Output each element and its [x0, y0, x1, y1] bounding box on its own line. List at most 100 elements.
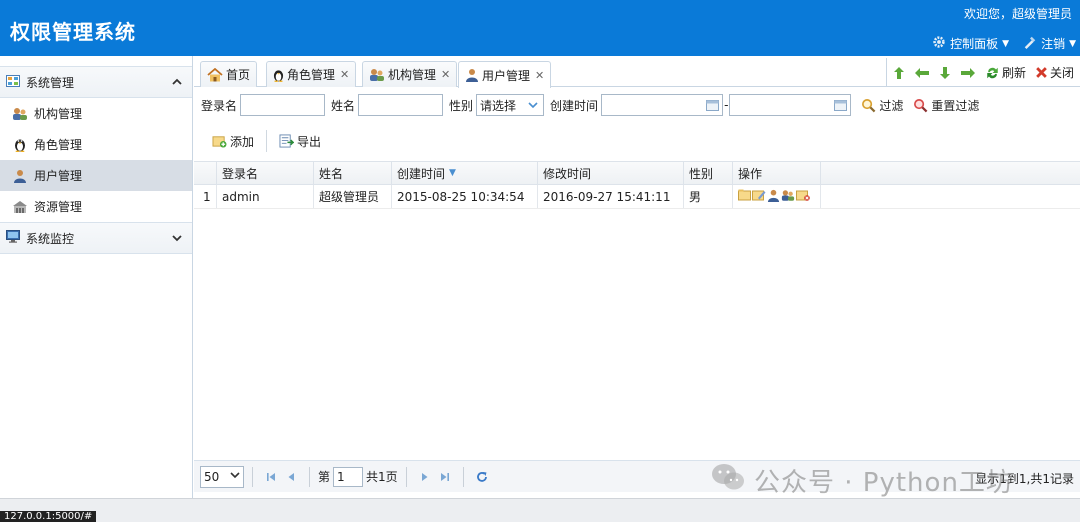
sidebar-item-resource[interactable]: 资源管理 [0, 191, 192, 222]
close-all-button[interactable]: 关闭 [1035, 64, 1074, 81]
page-size-select[interactable]: 50 [200, 465, 244, 488]
wechat-icon [710, 462, 746, 499]
delete-icon[interactable] [796, 189, 810, 204]
calendar-icon[interactable] [834, 99, 848, 114]
prev-page-icon [288, 472, 294, 481]
arrow-down-icon [939, 66, 950, 79]
filter-button[interactable]: 过滤 [861, 97, 903, 114]
export-icon [279, 134, 295, 148]
sidebar-item-role[interactable]: 角色管理 [0, 129, 192, 160]
tab-label: 首页 [226, 68, 251, 82]
chevron-down-icon[interactable] [172, 231, 182, 245]
gender-select[interactable]: 请选择 [476, 94, 545, 116]
arrow-left-icon [914, 67, 929, 78]
cell-modify-time: 2016-09-27 15:41:11 [538, 185, 684, 208]
sidebar-group-system-monitor[interactable]: 系统监控 [0, 222, 192, 254]
home-icon [207, 67, 223, 82]
chevron-down-icon [525, 95, 541, 115]
tab-user-management[interactable]: 用户管理 ✕ [458, 61, 552, 88]
next-page-button[interactable] [415, 467, 435, 487]
chevron-up-icon[interactable] [172, 75, 182, 89]
watermark-text: 公众号 · Python工坊 [754, 468, 1013, 498]
tab-tools: 刷新 关闭 [885, 58, 1080, 87]
app-header: 权限管理系统 欢迎您，超级管理员 控制面板 ▼ 注销 ▼ [0, 0, 1080, 56]
column-header-gender[interactable]: 性别 [684, 162, 733, 184]
reload-button[interactable] [472, 467, 492, 487]
reset-filter-label: 重置过滤 [931, 98, 980, 113]
move-down-button[interactable] [939, 66, 951, 80]
create-time-to-input[interactable] [729, 94, 852, 116]
filter-bar: 登录名 姓名 性别 请选择 创建时间 - 过滤 重置过滤 [194, 90, 1080, 120]
last-page-button[interactable] [435, 467, 455, 487]
total-pages: 共1页 [366, 470, 398, 484]
tab-home[interactable]: 首页 [200, 61, 258, 87]
browser-status-bar: 127.0.0.1:5000/# [0, 498, 1080, 522]
calendar-icon[interactable] [706, 99, 720, 114]
view-icon[interactable] [738, 189, 751, 204]
column-header-label: 登录名 [222, 166, 259, 181]
sidebar-group-system-management[interactable]: 系统管理 [0, 66, 192, 98]
arrow-up-icon [893, 66, 904, 79]
name-label: 姓名 [331, 98, 356, 113]
column-header-label: 创建时间 [397, 166, 446, 181]
login-name-input[interactable] [240, 94, 326, 116]
name-input[interactable] [358, 94, 444, 116]
close-icon [1036, 67, 1047, 78]
reload-icon [476, 471, 487, 482]
main-panel: 首页 角色管理 ✕ 机构管理 ✕ 用户管理 ✕ 刷新 关闭 登录名 姓名 性别 … [194, 56, 1080, 498]
user-icon [465, 68, 479, 82]
export-label: 导出 [297, 134, 322, 149]
user-role-icon[interactable] [767, 189, 780, 205]
header-menu: 控制面板 ▼ 注销 ▼ [932, 35, 1076, 52]
sidebar-item-user[interactable]: 用户管理 [0, 160, 192, 191]
cell-gender: 男 [684, 185, 733, 208]
refresh-button[interactable]: 刷新 [985, 64, 1026, 81]
column-header-label: 操作 [738, 166, 763, 181]
sort-desc-icon: ▼ [449, 168, 456, 178]
cell-create-time: 2015-08-25 10:34:54 [392, 185, 538, 208]
close-label: 关闭 [1049, 66, 1074, 80]
gear-icon [932, 35, 946, 52]
row-number: 1 [194, 185, 217, 208]
add-button[interactable]: 添加 [208, 133, 258, 150]
penguin-icon [12, 137, 28, 152]
first-page-button[interactable] [261, 467, 281, 487]
close-icon[interactable]: ✕ [340, 68, 349, 81]
toolbar-divider [266, 130, 268, 152]
next-page-icon [421, 472, 428, 481]
export-button[interactable]: 导出 [275, 133, 325, 150]
table-row[interactable]: 1 admin 超级管理员 2015-08-25 10:34:54 2016-0… [194, 185, 1080, 209]
column-header-create-time[interactable]: 创建时间 ▼ [392, 162, 538, 184]
close-icon[interactable]: ✕ [535, 69, 544, 82]
column-header-modify-time[interactable]: 修改时间 [538, 162, 684, 184]
reset-filter-button[interactable]: 重置过滤 [913, 97, 979, 114]
tab-label: 机构管理 [388, 68, 437, 82]
date-separator: - [724, 98, 729, 112]
create-time-from-input[interactable] [601, 94, 724, 116]
move-left-button[interactable] [914, 67, 930, 79]
column-header-label: 性别 [689, 166, 714, 181]
user-organization-icon[interactable] [781, 189, 795, 205]
logout-menu[interactable]: 注销 ▼ [1023, 35, 1076, 52]
control-panel-menu[interactable]: 控制面板 ▼ [932, 35, 1009, 52]
sidebar-item-organization[interactable]: 机构管理 [0, 98, 192, 129]
move-up-button[interactable] [893, 66, 905, 80]
page-number-input[interactable]: 1 [333, 466, 364, 487]
column-header-label: 修改时间 [543, 166, 592, 181]
refresh-label: 刷新 [1001, 66, 1026, 80]
last-page-icon [440, 472, 449, 481]
tab-bar: 首页 角色管理 ✕ 机构管理 ✕ 用户管理 ✕ 刷新 关闭 [194, 58, 1080, 88]
user-icon [12, 169, 28, 183]
edit-icon[interactable] [752, 189, 766, 204]
close-icon[interactable]: ✕ [441, 68, 450, 81]
tab-role-management[interactable]: 角色管理 ✕ [266, 61, 357, 87]
column-header-name[interactable]: 姓名 [314, 162, 392, 184]
watermark: 公众号 · Python工坊 [710, 462, 1013, 499]
prev-page-button[interactable] [281, 467, 301, 487]
grid-icon [6, 74, 20, 90]
tab-organization-management[interactable]: 机构管理 ✕ [362, 61, 458, 87]
move-right-button[interactable] [960, 67, 976, 79]
column-header-login-name[interactable]: 登录名 [217, 162, 314, 184]
first-page-icon [267, 472, 275, 481]
sidebar-item-label: 用户管理 [34, 169, 83, 183]
